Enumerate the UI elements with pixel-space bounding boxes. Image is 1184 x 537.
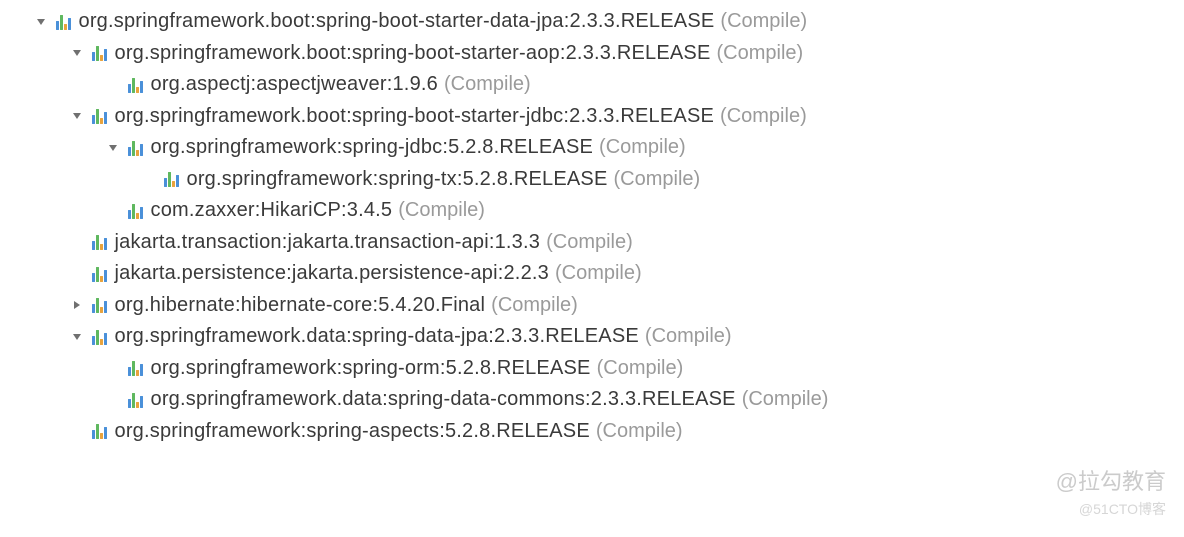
dependency-coordinates: com.zaxxer:HikariCP:3.4.5 [151,195,393,226]
library-icon [128,203,143,219]
dependency-scope: (Compile) [645,321,732,352]
library-icon [164,171,179,187]
dependency-coordinates: org.springframework.data:spring-data-jpa… [115,321,639,352]
dependency-coordinates: org.springframework.data:spring-data-com… [151,384,736,415]
dependency-scope: (Compile) [599,132,686,163]
watermark-lagou: @拉勾教育 [1056,465,1166,499]
tree-toggle-none [106,361,120,375]
library-icon [92,108,107,124]
tree-toggle-none [142,172,156,186]
tree-row[interactable]: com.zaxxer:HikariCP:3.4.5(Compile) [10,195,1174,227]
dependency-coordinates: org.springframework.boot:spring-boot-sta… [115,38,711,69]
dependency-scope: (Compile) [398,195,485,226]
library-icon [128,140,143,156]
tree-row[interactable]: org.springframework:spring-aspects:5.2.8… [10,416,1174,448]
library-icon [92,329,107,345]
tree-toggle-none [70,267,84,281]
dependency-coordinates: org.springframework:spring-orm:5.2.8.REL… [151,353,591,384]
tree-row[interactable]: org.aspectj:aspectjweaver:1.9.6(Compile) [10,69,1174,101]
dependency-scope: (Compile) [597,353,684,384]
dependency-coordinates: jakarta.persistence:jakarta.persistence-… [115,258,549,289]
dependency-scope: (Compile) [720,6,807,37]
dependency-scope: (Compile) [555,258,642,289]
library-icon [128,360,143,376]
tree-expand-icon[interactable] [70,298,84,312]
tree-row[interactable]: org.springframework.boot:spring-boot-sta… [10,38,1174,70]
tree-collapse-icon[interactable] [106,141,120,155]
library-icon [92,297,107,313]
library-icon [56,14,71,30]
tree-toggle-none [106,204,120,218]
dependency-coordinates: org.springframework.boot:spring-boot-sta… [79,6,715,37]
tree-collapse-icon[interactable] [34,15,48,29]
dependency-scope: (Compile) [546,227,633,258]
dependency-scope: (Compile) [742,384,829,415]
dependency-coordinates: org.springframework:spring-jdbc:5.2.8.RE… [151,132,594,163]
tree-toggle-none [106,393,120,407]
tree-row[interactable]: jakarta.persistence:jakarta.persistence-… [10,258,1174,290]
dependency-scope: (Compile) [717,38,804,69]
library-icon [128,392,143,408]
dependency-tree: org.springframework.boot:spring-boot-sta… [10,6,1174,447]
dependency-coordinates: org.springframework:spring-tx:5.2.8.RELE… [187,164,608,195]
library-icon [92,45,107,61]
tree-row[interactable]: org.hibernate:hibernate-core:5.4.20.Fina… [10,290,1174,322]
library-icon [92,266,107,282]
tree-collapse-icon[interactable] [70,109,84,123]
tree-collapse-icon[interactable] [70,46,84,60]
dependency-scope: (Compile) [491,290,578,321]
library-icon [92,234,107,250]
tree-row[interactable]: org.springframework.data:spring-data-com… [10,384,1174,416]
dependency-coordinates: org.hibernate:hibernate-core:5.4.20.Fina… [115,290,486,321]
dependency-coordinates: jakarta.transaction:jakarta.transaction-… [115,227,541,258]
watermark-51cto: @51CTO博客 [1079,499,1166,521]
library-icon [128,77,143,93]
tree-row[interactable]: jakarta.transaction:jakarta.transaction-… [10,227,1174,259]
tree-toggle-none [106,78,120,92]
dependency-scope: (Compile) [614,164,701,195]
dependency-scope: (Compile) [444,69,531,100]
tree-row[interactable]: org.springframework.boot:spring-boot-sta… [10,101,1174,133]
library-icon [92,423,107,439]
tree-row[interactable]: org.springframework:spring-jdbc:5.2.8.RE… [10,132,1174,164]
tree-toggle-none [70,424,84,438]
tree-row[interactable]: org.springframework:spring-orm:5.2.8.REL… [10,353,1174,385]
tree-row[interactable]: org.springframework:spring-tx:5.2.8.RELE… [10,164,1174,196]
dependency-coordinates: org.springframework.boot:spring-boot-sta… [115,101,715,132]
tree-row[interactable]: org.springframework.data:spring-data-jpa… [10,321,1174,353]
dependency-coordinates: org.aspectj:aspectjweaver:1.9.6 [151,69,438,100]
dependency-scope: (Compile) [720,101,807,132]
tree-row[interactable]: org.springframework.boot:spring-boot-sta… [10,6,1174,38]
tree-toggle-none [70,235,84,249]
dependency-coordinates: org.springframework:spring-aspects:5.2.8… [115,416,590,447]
tree-collapse-icon[interactable] [70,330,84,344]
dependency-scope: (Compile) [596,416,683,447]
